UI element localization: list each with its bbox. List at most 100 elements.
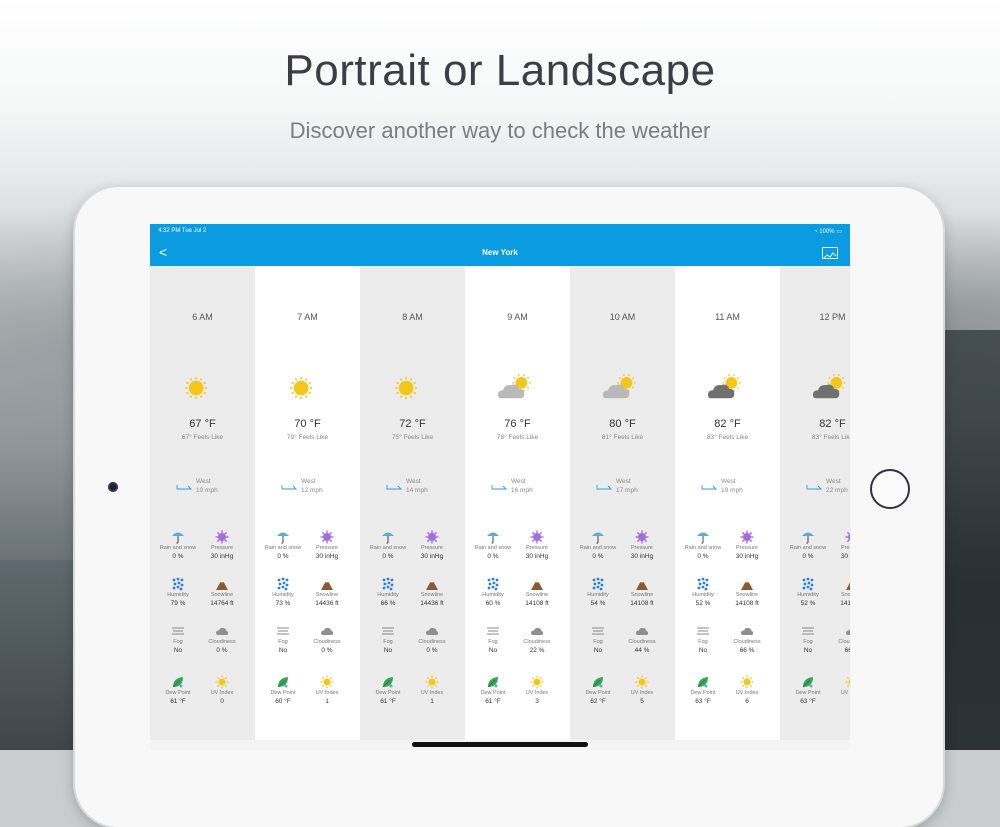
humidity-icon: [276, 577, 290, 591]
weather-sun-icon: [180, 368, 224, 408]
cloudiness-icon: [635, 624, 649, 638]
uv-index-icon: [530, 675, 544, 689]
rain-and-snow-icon: [276, 530, 290, 544]
cloudiness-cell: Cloudiness 0 %: [198, 624, 246, 654]
cloudiness-icon: [845, 624, 850, 638]
headline-subtitle: Discover another way to check the weathe…: [289, 118, 711, 143]
snowline-icon: [845, 577, 850, 591]
snowline-icon: [215, 577, 229, 591]
uv-index-label: UV Index: [735, 690, 759, 696]
hour-column[interactable]: 7 AM 70 °F 70° Feels Like West 12 mph Rain…: [255, 266, 360, 740]
dew-point-label: Dew Point: [585, 690, 611, 696]
battery-icon: ▭: [836, 229, 842, 235]
wind-speed: 19 mph: [721, 487, 743, 494]
dew-point-value: 61 °F: [380, 698, 396, 705]
wind-speed: 12 mph: [301, 487, 323, 494]
wind-speed: 14 mph: [406, 487, 428, 494]
humidity-cell: Humidity 52 %: [679, 577, 727, 607]
dew-point-cell: Dew Point 63 °F: [784, 675, 832, 705]
snowline-cell: Snowline 14436 ft: [303, 577, 351, 607]
uv-index-value: 1: [430, 698, 434, 705]
hour-label: 9 AM: [507, 312, 528, 322]
temperature: 70 °F: [294, 418, 321, 430]
cloudiness-icon: [215, 624, 229, 638]
uv-index-value: 3: [535, 698, 539, 705]
fog-label: Fog: [488, 639, 498, 645]
uv-index-icon: [425, 675, 439, 689]
rain-and-snow-label: Rain and snow: [684, 545, 722, 551]
snowline-value: 14108 ft: [630, 600, 654, 607]
wind-direction: West: [301, 478, 316, 485]
wind-arrow-icon: [701, 485, 717, 490]
nav-bar: < New York: [150, 240, 850, 266]
dew-point-label: Dew Point: [270, 690, 296, 696]
weather-partly-cloudy-icon: [495, 368, 539, 408]
pressure-icon: [215, 530, 229, 544]
uv-index-value: 6: [745, 698, 749, 705]
hour-column[interactable]: 9 AM 76 °F 78° Feels Like West 16 mph Rai…: [465, 266, 570, 740]
snowline-value: 14436 ft: [315, 600, 339, 607]
dew-point-label: Dew Point: [165, 690, 191, 696]
fog-icon: [696, 624, 710, 638]
wind-speed: 22 mph: [826, 487, 848, 494]
hour-column[interactable]: 10 AM 80 °F 81° Feels Like West 17 mph Ra…: [570, 266, 675, 740]
cloudiness-cell: Cloudiness 66 %: [723, 624, 771, 654]
fog-value: No: [488, 647, 498, 654]
uv-index-icon: [635, 675, 649, 689]
fog-cell: Fog No: [364, 624, 412, 654]
fog-value: No: [173, 647, 183, 654]
wind-info: West 10 mph: [176, 478, 236, 498]
pressure-cell: Pressure 30 inHg: [198, 530, 246, 560]
pressure-icon: [425, 530, 439, 544]
hourly-forecast-list[interactable]: 6 AM 67 °F 67° Feels Like West 10 mph Rain…: [150, 266, 850, 750]
rain-and-snow-cell: Rain and snow 0 %: [784, 530, 832, 560]
dew-point-icon: [486, 675, 500, 689]
uv-index-cell: UV Index 1: [303, 675, 351, 705]
pressure-cell: Pressure 30 inHg: [408, 530, 456, 560]
feels-like: 67° Feels Like: [181, 434, 224, 441]
uv-index-label: UV Index: [315, 690, 339, 696]
wind-info: West 22 mph: [806, 478, 850, 498]
fog-cell: Fog No: [784, 624, 832, 654]
weather-mostly-cloudy-icon: [705, 368, 749, 408]
uv-index-cell: UV Index 0: [198, 675, 246, 705]
uv-index-icon: [320, 675, 334, 689]
dew-point-cell: Dew Point 62 °F: [574, 675, 622, 705]
feels-like: 83° Feels Like: [706, 434, 749, 441]
temperature: 82 °F: [819, 418, 846, 430]
feels-like: 83° Feels Like: [811, 434, 850, 441]
dew-point-label: Dew Point: [795, 690, 821, 696]
fog-label: Fog: [173, 639, 183, 645]
wind-arrow-icon: [491, 485, 507, 490]
fog-value: No: [803, 647, 813, 654]
rain-and-snow-label: Rain and snow: [159, 545, 197, 551]
home-button[interactable]: [870, 469, 910, 509]
humidity-value: 52 %: [800, 600, 816, 607]
pressure-icon: [530, 530, 544, 544]
cloudiness-label: Cloudiness: [418, 639, 446, 645]
rain-and-snow-cell: Rain and snow 0 %: [364, 530, 412, 560]
cloudiness-cell: Cloudiness 22 %: [513, 624, 561, 654]
fog-icon: [381, 624, 395, 638]
humidity-value: 79 %: [170, 600, 186, 607]
cloudiness-label: Cloudiness: [838, 639, 850, 645]
dew-point-value: 62 °F: [590, 698, 606, 705]
fog-icon: [276, 624, 290, 638]
wind-arrow-icon: [281, 485, 297, 490]
chart-icon[interactable]: [822, 247, 838, 259]
rain-and-snow-label: Rain and snow: [474, 545, 512, 551]
rain-and-snow-icon: [381, 530, 395, 544]
weather-sun-icon: [390, 368, 434, 408]
hour-column[interactable]: 11 AM 82 °F 83° Feels Like West 19 mph Ra…: [675, 266, 780, 740]
wind-direction: West: [406, 478, 421, 485]
wind-arrow-icon: [386, 485, 402, 490]
rain-and-snow-value: 0 %: [697, 553, 709, 560]
hour-column[interactable]: 8 AM 72 °F 75° Feels Like West 14 mph Rain…: [360, 266, 465, 740]
hour-label: 10 AM: [609, 312, 636, 322]
snowline-icon: [635, 577, 649, 591]
feels-like: 78° Feels Like: [496, 434, 539, 441]
rain-and-snow-cell: Rain and snow 0 %: [679, 530, 727, 560]
cloudiness-label: Cloudiness: [208, 639, 236, 645]
hour-column[interactable]: 6 AM 67 °F 67° Feels Like West 10 mph Rain…: [150, 266, 255, 740]
hour-column[interactable]: 12 PM 82 °F 83° Feels Like West 22 mph Ra…: [780, 266, 850, 740]
